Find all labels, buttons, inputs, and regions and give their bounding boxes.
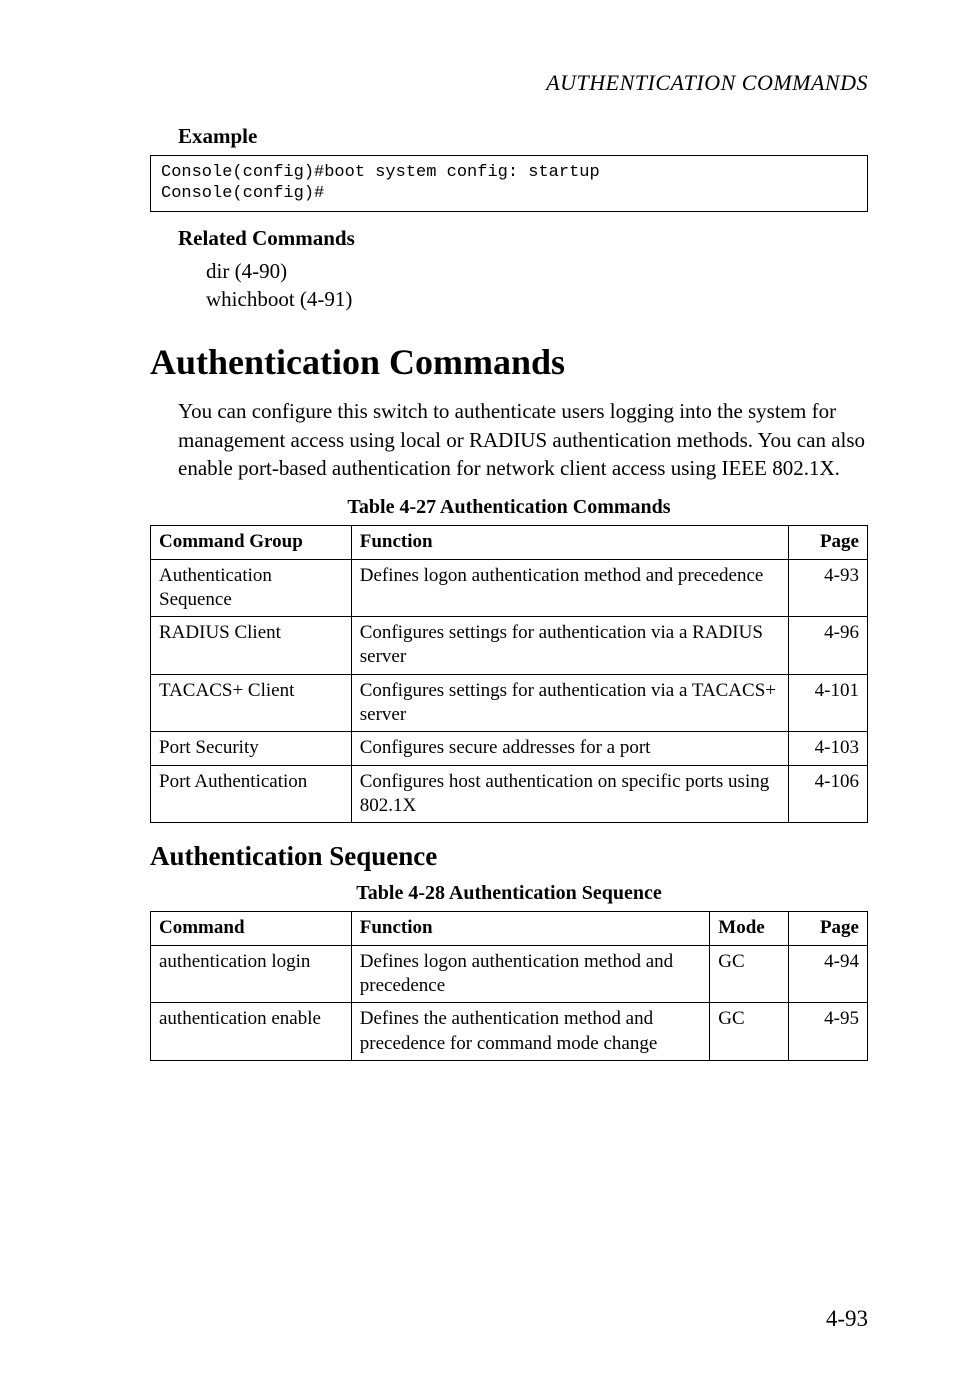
table-27-caption: Table 4-27 Authentication Commands xyxy=(150,496,868,519)
subsection-title: Authentication Sequence xyxy=(150,841,868,872)
cell-function: Defines logon authentication method and … xyxy=(351,559,788,617)
table-row: Authentication Sequence Defines logon au… xyxy=(151,559,868,617)
table-header-row: Command Group Function Page xyxy=(151,526,868,559)
related-commands-list: dir (4-90) whichboot (4-91) xyxy=(206,257,868,314)
cell-function: Configures secure addresses for a port xyxy=(351,732,788,765)
cell-mode: GC xyxy=(710,1003,789,1061)
page-number: 4-93 xyxy=(826,1306,868,1332)
table-row: RADIUS Client Configures settings for au… xyxy=(151,617,868,675)
cell-command: authentication enable xyxy=(151,1003,352,1061)
cell-page: 4-94 xyxy=(789,945,868,1003)
cell-page: 4-101 xyxy=(789,674,868,732)
related-item: whichboot (4-91) xyxy=(206,285,868,313)
cell-page: 4-93 xyxy=(789,559,868,617)
table-row: authentication login Defines logon authe… xyxy=(151,945,868,1003)
cell-command-group: Port Authentication xyxy=(151,765,352,823)
col-header-command: Command xyxy=(151,912,352,945)
col-header-page: Page xyxy=(789,526,868,559)
cell-function: Defines logon authentication method and … xyxy=(351,945,710,1003)
cell-function: Configures host authentication on specif… xyxy=(351,765,788,823)
col-header-page: Page xyxy=(789,912,868,945)
table-row: TACACS+ Client Configures settings for a… xyxy=(151,674,868,732)
related-commands-heading: Related Commands xyxy=(178,226,868,251)
cell-command-group: TACACS+ Client xyxy=(151,674,352,732)
cell-command-group: Port Security xyxy=(151,732,352,765)
table-header-row: Command Function Mode Page xyxy=(151,912,868,945)
cell-page: 4-96 xyxy=(789,617,868,675)
cell-page: 4-106 xyxy=(789,765,868,823)
col-header-function: Function xyxy=(351,526,788,559)
cell-function: Configures settings for authentication v… xyxy=(351,617,788,675)
cell-mode: GC xyxy=(710,945,789,1003)
cell-command-group: RADIUS Client xyxy=(151,617,352,675)
cell-function: Configures settings for authentication v… xyxy=(351,674,788,732)
col-header-mode: Mode xyxy=(710,912,789,945)
page-container: AUTHENTICATION COMMANDS Example Console(… xyxy=(0,0,954,1388)
table-28: Command Function Mode Page authenticatio… xyxy=(150,911,868,1061)
col-header-function: Function xyxy=(351,912,710,945)
table-28-caption: Table 4-28 Authentication Sequence xyxy=(150,882,868,905)
section-title: Authentication Commands xyxy=(150,341,868,383)
cell-function: Defines the authentication method and pr… xyxy=(351,1003,710,1061)
example-heading: Example xyxy=(178,124,868,149)
cell-page: 4-95 xyxy=(789,1003,868,1061)
col-header-command-group: Command Group xyxy=(151,526,352,559)
intro-paragraph: You can configure this switch to authent… xyxy=(178,397,868,482)
example-code-block: Console(config)#boot system config: star… xyxy=(150,155,868,212)
cell-command: authentication login xyxy=(151,945,352,1003)
cell-page: 4-103 xyxy=(789,732,868,765)
table-27: Command Group Function Page Authenticati… xyxy=(150,525,868,823)
table-row: Port Security Configures secure addresse… xyxy=(151,732,868,765)
related-item: dir (4-90) xyxy=(206,257,868,285)
table-row: Port Authentication Configures host auth… xyxy=(151,765,868,823)
running-header: AUTHENTICATION COMMANDS xyxy=(150,70,868,96)
cell-command-group: Authentication Sequence xyxy=(151,559,352,617)
table-row: authentication enable Defines the authen… xyxy=(151,1003,868,1061)
running-header-text: AUTHENTICATION COMMANDS xyxy=(546,70,868,95)
